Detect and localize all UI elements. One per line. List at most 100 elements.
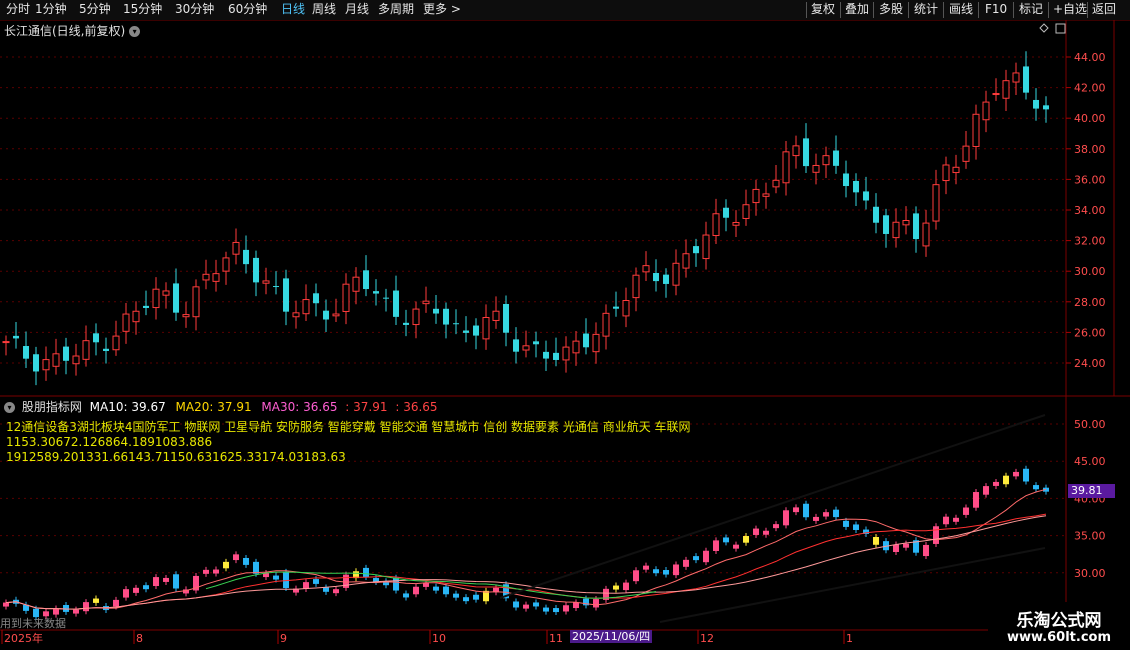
indicator-numbers-2: 1912589.201331.66143.71150.631625.33174.… (6, 450, 346, 464)
candle-body (583, 333, 589, 348)
watermark-url: www.60lt.com (1006, 630, 1112, 645)
candle-body (212, 273, 220, 282)
candle-body (143, 305, 149, 308)
candle-body (473, 325, 479, 336)
candle-body (23, 346, 29, 359)
candle-body (732, 221, 740, 226)
candle-body (812, 164, 820, 173)
candle-body (803, 138, 809, 167)
candle-body (503, 303, 509, 333)
candle-body (723, 207, 729, 218)
indicator-name[interactable]: 股朋指标网 (22, 400, 82, 414)
candle-body (152, 288, 160, 309)
candle-body (13, 335, 19, 339)
candle-body (482, 317, 490, 340)
x-tick-label: 2025年 (4, 631, 43, 645)
chart-canvas[interactable]: 44.00 42.00 40.00 38.00 36.00 34.00 32.00 30.00… (0, 0, 1130, 650)
site-watermark: 乐淘公式网 www.60lt.com (988, 602, 1130, 650)
candle-body (613, 306, 619, 309)
candle-body (913, 213, 919, 240)
candle-body (1002, 80, 1010, 99)
candle-body (342, 283, 350, 312)
candle-body (422, 300, 430, 305)
candle-body (1012, 72, 1020, 83)
candle-body (853, 180, 859, 193)
candle-body (622, 299, 630, 317)
candle-body (792, 145, 800, 157)
candle-body (843, 173, 849, 187)
y-tick-label: 36.00 (1074, 173, 1106, 186)
candle-body (393, 290, 399, 317)
candle-body (712, 213, 720, 237)
diamond-icon (1039, 23, 1049, 33)
candle-body (182, 314, 190, 318)
candle-body (513, 339, 519, 352)
candle-body (902, 219, 910, 226)
candle-body (222, 257, 230, 272)
y-tick-label: 28.00 (1074, 296, 1106, 309)
candle-body (262, 280, 270, 284)
x-tick-label: 8 (136, 632, 143, 645)
x-tick-label: 9 (280, 632, 287, 645)
y-tick-label: 34.00 (1074, 204, 1106, 217)
candle-body (232, 241, 240, 255)
y-tick-label: 40.00 (1074, 112, 1106, 125)
chevron-down-icon[interactable]: ▾ (4, 402, 15, 413)
y-tick-label: 30.00 (1074, 567, 1106, 580)
candle-body (63, 346, 69, 361)
candle-body (93, 333, 99, 343)
candle-body (833, 150, 839, 166)
indicator-numbers-1: 1153.30672.126864.1891083.886 (6, 435, 213, 449)
ma30-value: MA30: 36.65 (261, 400, 338, 414)
candle-body (522, 345, 530, 351)
candle-body (653, 273, 659, 282)
candle-body (72, 355, 80, 365)
future-data-label: 用到未来数据 (0, 617, 66, 630)
candle-body (922, 222, 930, 247)
candle-body (173, 283, 179, 313)
candle-body (892, 221, 900, 239)
candle-body (202, 273, 210, 281)
candle-body (762, 193, 770, 197)
y-tick-label: 44.00 (1074, 51, 1106, 64)
candle-body (332, 313, 340, 317)
y-tick-label: 45.00 (1074, 455, 1106, 468)
window-toggle-icon (1055, 23, 1066, 34)
candle-body (42, 359, 50, 371)
x-tick-label: 1 (846, 632, 853, 645)
candle-body (772, 179, 780, 188)
candle-body (1033, 99, 1039, 109)
candle-body (122, 313, 130, 332)
candle-body (942, 164, 950, 182)
candle-body (822, 155, 830, 166)
candle-body (562, 346, 570, 361)
candle-body (403, 322, 409, 325)
candle-body (273, 286, 279, 288)
candle-body (283, 278, 289, 312)
candle-body (602, 312, 610, 337)
candle-body (463, 330, 469, 333)
candle-body (752, 188, 760, 204)
ma10-value: MA10: 39.67 (89, 400, 166, 414)
indicator-header: ▾ 股朋指标网 MA10: 39.67 MA20: 37.91 MA30: 36… (2, 398, 438, 415)
candle-body (192, 286, 200, 318)
candle-body (1023, 66, 1029, 93)
candle-body (863, 191, 869, 201)
candle-body (682, 253, 690, 269)
y-tick-label: 32.00 (1074, 235, 1106, 248)
candle-body (782, 151, 790, 184)
candle-body (982, 101, 990, 121)
candle-body (693, 246, 699, 254)
candle-body (962, 145, 970, 162)
extra-value-1: : 37.91 (345, 400, 388, 414)
candle-body (533, 341, 539, 345)
candle-body (873, 206, 879, 223)
candle-body (82, 340, 90, 360)
candle-body (663, 274, 669, 284)
candle-body (243, 249, 249, 265)
candle-body (1043, 105, 1049, 110)
candle-body (373, 291, 379, 294)
candle-body (992, 93, 1000, 96)
candle-body (952, 166, 960, 174)
candle-body (2, 341, 10, 344)
